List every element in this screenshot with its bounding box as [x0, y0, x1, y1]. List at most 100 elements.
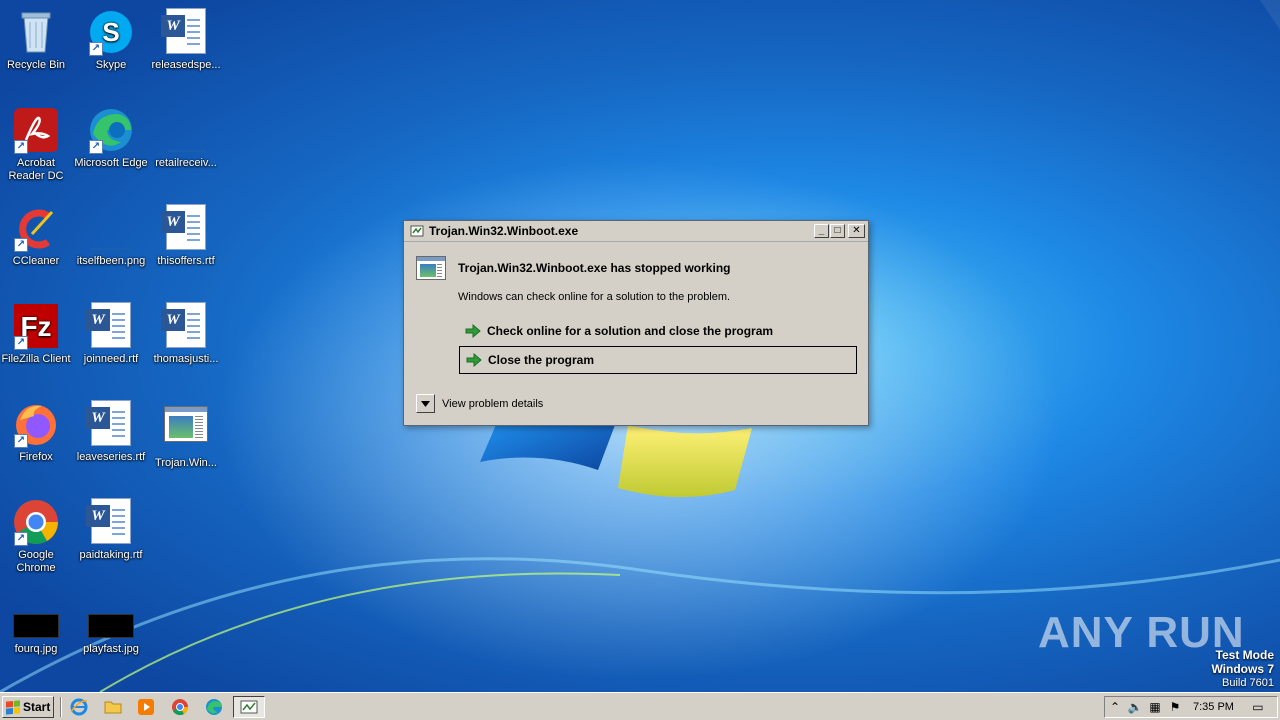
- green-arrow-icon: [466, 352, 482, 368]
- shortcut-arrow-icon: ↗: [14, 238, 28, 252]
- desktop-icon-label: Acrobat Reader DC: [8, 157, 64, 182]
- desktop-icon-label: paidtaking.rtf: [79, 549, 143, 561]
- desktop-icon-thisoffers[interactable]: W thisoffers.rtf: [148, 204, 224, 268]
- desktop-icon-leaveseries[interactable]: W leaveseries.rtf: [73, 400, 149, 464]
- desktop-icon-label: Trojan.Win...: [155, 457, 217, 469]
- word-document-icon: W: [86, 302, 135, 350]
- firefox-icon: ↗: [12, 400, 60, 448]
- minimize-button[interactable]: _: [814, 224, 829, 238]
- show-desktop-icon[interactable]: ▭: [1248, 700, 1268, 714]
- desktop-icon-retailreceiv[interactable]: retailreceiv...: [148, 106, 224, 170]
- recycle-bin-icon: [12, 8, 60, 56]
- program-icon: [162, 406, 210, 454]
- word-document-icon: W: [86, 400, 135, 448]
- build-label: Build 7601: [1222, 677, 1274, 689]
- chevron-down-icon[interactable]: [416, 394, 435, 413]
- shortcut-arrow-icon: ↗: [14, 336, 28, 350]
- check-online-button[interactable]: Check online for a solution and close th…: [459, 317, 857, 345]
- volume-icon[interactable]: 🔈: [1125, 700, 1145, 714]
- system-tray: ⌃ 🔈 ▦ ⚑ 7:35 PM ▭: [1104, 696, 1278, 718]
- check-online-label: Check online for a solution and close th…: [487, 324, 774, 338]
- app-icon: [410, 224, 424, 238]
- image-file-icon: [87, 204, 135, 252]
- desktop-icon-label: thisoffers.rtf: [157, 255, 215, 267]
- maximize-button[interactable]: □: [830, 224, 845, 238]
- acrobat-icon: ↗: [12, 106, 60, 154]
- desktop-icon-label: Firefox: [19, 451, 53, 463]
- desktop-icon-label: releasedspe...: [151, 59, 221, 71]
- desktop-icon-thomasjusti[interactable]: W thomasjusti...: [148, 302, 224, 366]
- dialog-header: Trojan.Win32.Winboot.exe has stopped wor…: [416, 256, 730, 280]
- shortcut-arrow-icon: ↗: [14, 434, 28, 448]
- chrome-icon: ↗: [12, 498, 60, 546]
- windows-version-label: Windows 7: [1211, 662, 1274, 676]
- dialog-title: Trojan.Win32.Winboot.exe: [429, 224, 579, 238]
- shortcut-arrow-icon: ↗: [89, 42, 103, 56]
- shortcut-arrow-icon: ↗: [89, 140, 103, 154]
- network-icon[interactable]: ▦: [1145, 700, 1165, 714]
- desktop-icon-label: CCleaner: [12, 255, 60, 267]
- internet-explorer-icon[interactable]: [68, 697, 90, 717]
- taskbar-task-trojan[interactable]: [233, 696, 265, 718]
- edge-icon[interactable]: [203, 697, 225, 717]
- desktop-icon-label: Skype: [95, 59, 127, 71]
- desktop-icon-label: Microsoft Edge: [74, 157, 148, 169]
- desktop-icon-firefox[interactable]: ↗ Firefox: [0, 400, 74, 464]
- clock[interactable]: 7:35 PM: [1193, 701, 1234, 713]
- black-image-icon: [12, 614, 60, 640]
- desktop-icon-label: Recycle Bin: [6, 59, 66, 71]
- show-hidden-icon[interactable]: ⌃: [1105, 700, 1125, 714]
- program-icon: [416, 256, 446, 280]
- ccleaner-icon: ↗: [12, 204, 60, 252]
- desktop-icon-label: FileZilla Client: [1, 353, 71, 365]
- blank-file-icon: [162, 106, 210, 154]
- desktop-icon-itselfbeen[interactable]: itselfbeen.png: [73, 204, 149, 268]
- desktop-icon-label: leaveseries.rtf: [76, 451, 146, 463]
- skype-icon: S ↗: [87, 8, 135, 56]
- desktop-icon-playfast[interactable]: playfast.jpg: [73, 614, 149, 656]
- dialog-subtext: Windows can check online for a solution …: [458, 291, 731, 303]
- close-program-button[interactable]: Close the program: [459, 346, 857, 374]
- window-controls: _ □ ✕: [814, 224, 865, 238]
- desktop-icon-label: itselfbeen.png: [76, 255, 146, 267]
- word-document-icon: W: [161, 302, 210, 350]
- system-info: Test Mode Windows 7 Build 7601: [1211, 648, 1274, 690]
- desktop-icon-ccleaner[interactable]: ↗ CCleaner: [0, 204, 74, 268]
- folder-icon[interactable]: [102, 697, 124, 717]
- desktop-icon-paidtaking[interactable]: W paidtaking.rtf: [73, 498, 149, 562]
- start-button[interactable]: Start: [2, 696, 54, 718]
- desktop-icon-label: thomasjusti...: [153, 353, 219, 365]
- desktop-icon-label: Google Chrome: [16, 549, 56, 574]
- green-arrow-icon: [465, 323, 481, 339]
- word-document-icon: W: [86, 498, 135, 546]
- shortcut-arrow-icon: ↗: [14, 532, 28, 546]
- desktop-icon-acrobat[interactable]: ↗ Acrobat Reader DC: [0, 106, 74, 183]
- start-label: Start: [23, 700, 51, 714]
- edge-icon: ↗: [87, 106, 135, 154]
- desktop-icon-joinneed[interactable]: W joinneed.rtf: [73, 302, 149, 366]
- view-details-toggle[interactable]: View problem details: [416, 394, 543, 413]
- desktop-icon-skype[interactable]: S ↗ Skype: [73, 8, 149, 72]
- filezilla-icon: Fz ↗: [12, 302, 60, 350]
- word-document-icon: W: [161, 204, 210, 252]
- desktop-icon-label: joinneed.rtf: [83, 353, 139, 365]
- desktop-icon-fourq[interactable]: fourq.jpg: [0, 614, 74, 656]
- desktop-icon-recycle-bin[interactable]: Recycle Bin: [0, 8, 74, 72]
- desktop-icon-trojan[interactable]: Trojan.Win...: [148, 400, 224, 470]
- close-button[interactable]: ✕: [848, 224, 865, 238]
- view-details-label: View problem details: [442, 397, 544, 410]
- black-image-icon: [87, 614, 135, 640]
- media-player-icon[interactable]: [135, 697, 157, 717]
- windows-logo-icon: [6, 699, 20, 715]
- chrome-icon[interactable]: [169, 697, 191, 717]
- desktop-icon-chrome[interactable]: ↗ Google Chrome: [0, 498, 74, 575]
- word-document-icon: W: [161, 8, 210, 56]
- desktop-icon-releasedspe[interactable]: W releasedspe...: [148, 8, 224, 72]
- shortcut-arrow-icon: ↗: [14, 140, 28, 154]
- desktop-icon-edge[interactable]: ↗ Microsoft Edge: [73, 106, 149, 170]
- desktop-icon-label: retailreceiv...: [155, 157, 217, 169]
- dialog-title-bar[interactable]: Trojan.Win32.Winboot.exe: [404, 221, 868, 242]
- desktop-icon-filezilla[interactable]: Fz ↗ FileZilla Client: [0, 302, 74, 366]
- action-center-flag-icon[interactable]: ⚑: [1165, 700, 1185, 714]
- desktop-icon-label: fourq.jpg: [14, 643, 58, 655]
